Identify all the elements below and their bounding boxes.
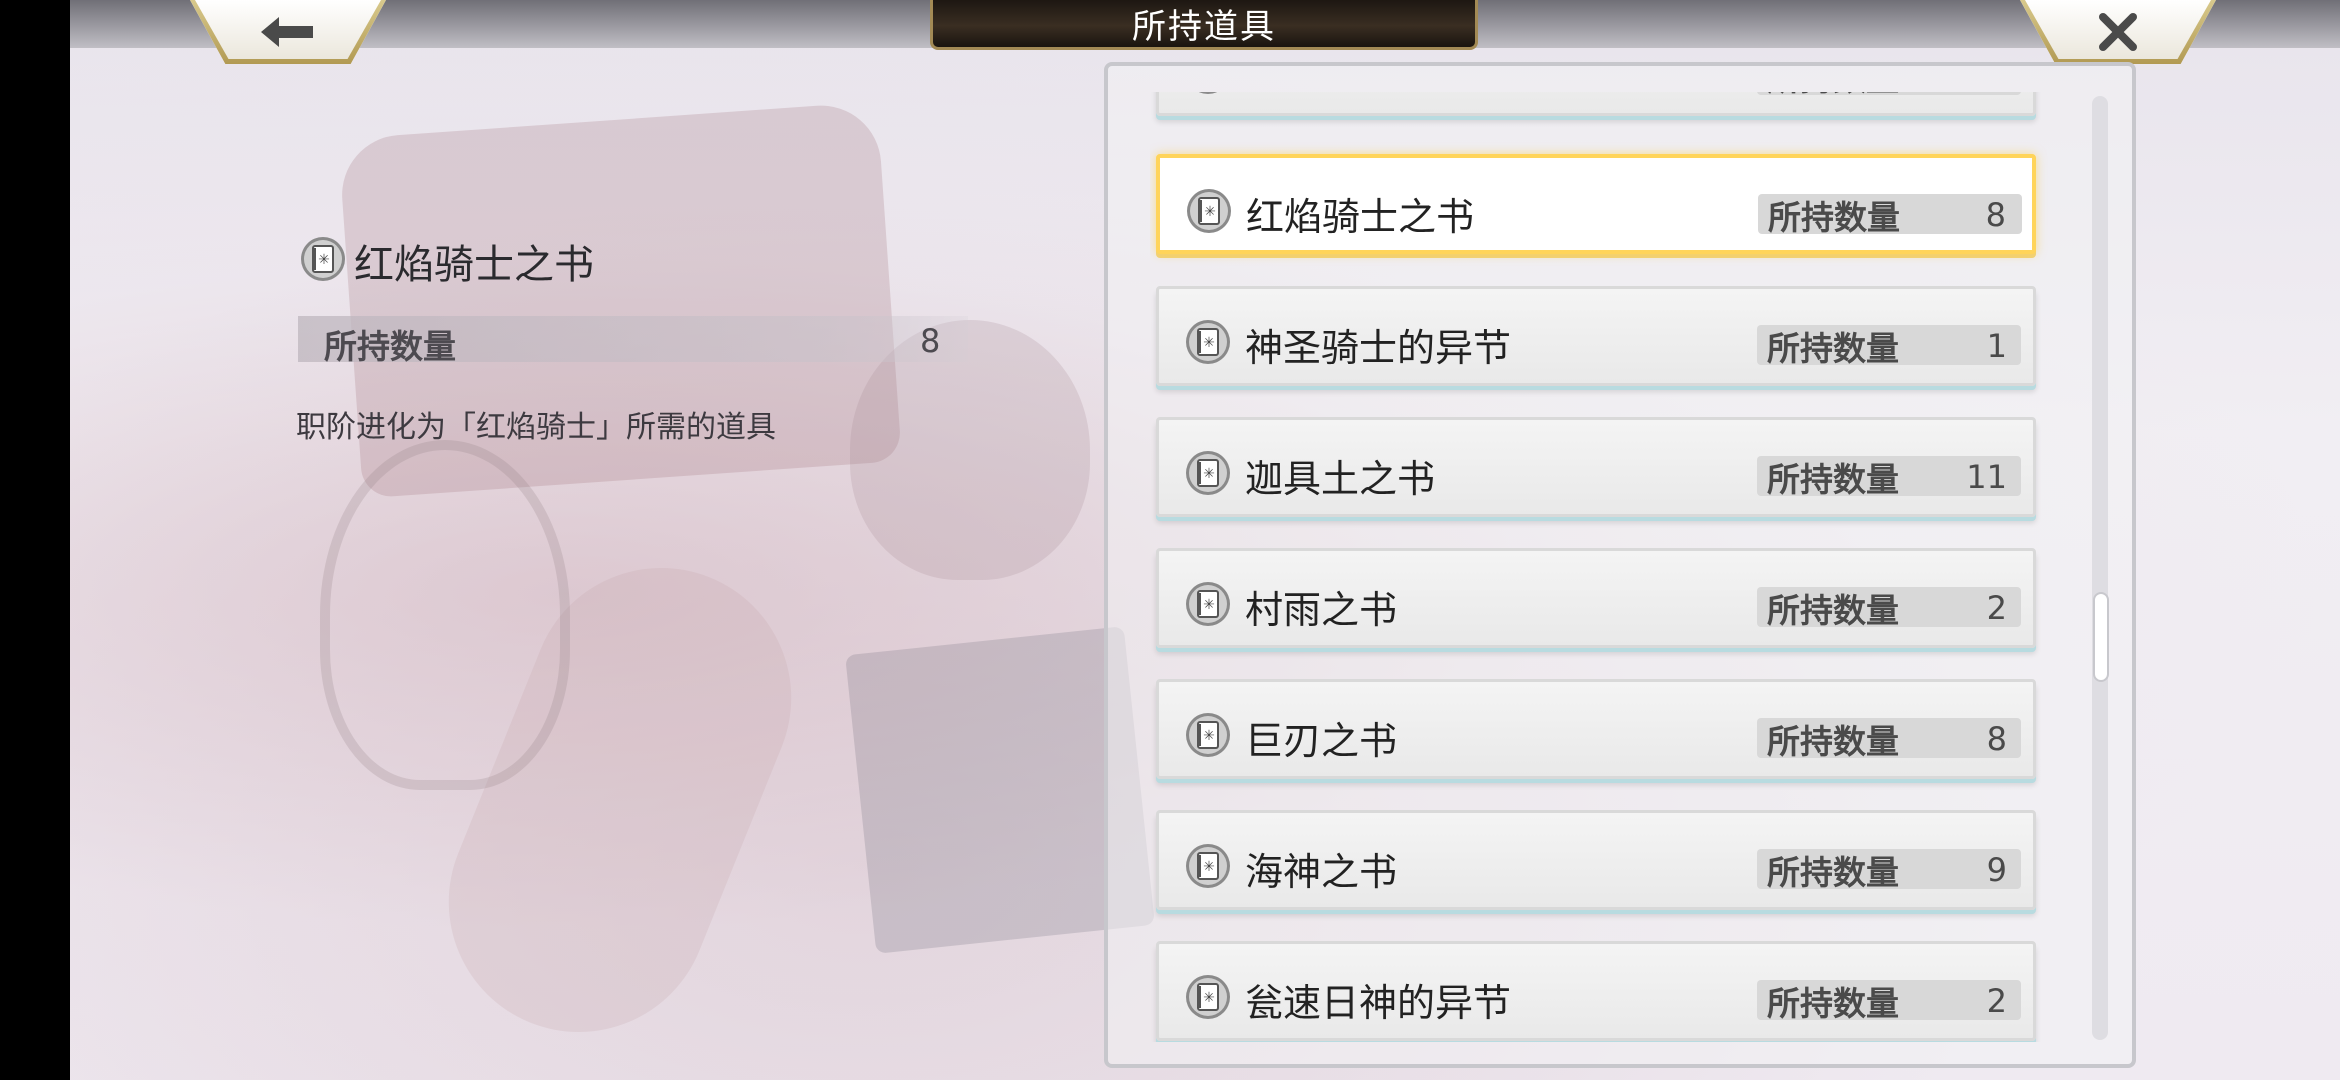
- list-item-qty-label: 所持数量: [1768, 198, 1900, 237]
- list-item-qty-label: 所持数量: [1767, 92, 1899, 100]
- detail-description: 职阶进化为「红焰骑士」所需的道具: [296, 410, 776, 445]
- background-lamp-illustration: [320, 440, 570, 790]
- list-item-qty-label: 所持数量: [1767, 591, 1899, 630]
- list-item-qty: 8: [1985, 196, 2006, 234]
- svg-text:✳: ✳: [1203, 859, 1215, 875]
- detail-item-name: 红焰骑士之书: [354, 242, 594, 288]
- book-item-icon: ✳: [1186, 844, 1230, 888]
- detail-quantity-value: 8: [920, 322, 941, 360]
- list-item-qty: 2: [1986, 982, 2007, 1020]
- book-item-icon: ✳: [1186, 582, 1230, 626]
- list-item-name: 神圣骑士的异节: [1245, 326, 1512, 370]
- list-item-qty: 11: [1966, 458, 2007, 496]
- list-item-name: 瓮速日神的异节: [1245, 981, 1512, 1025]
- list-item-qty-label: 所持数量: [1767, 460, 1899, 499]
- list-item[interactable]: ✳ 神圣骑士的异节 所持数量 1: [1156, 286, 2036, 386]
- list-item-name: 村雨之书: [1245, 588, 1398, 632]
- header-title-plate: 所持道具: [930, 0, 1478, 50]
- list-item[interactable]: ✳ 迦具土之书 所持数量 11: [1156, 417, 2036, 517]
- item-list[interactable]: 所持数量 ✳ 红焰骑士之书 所持数量 8 ✳ 神圣骑士的异节 所持数量 1 ✳ …: [1150, 92, 2060, 1042]
- svg-text:✳: ✳: [1203, 466, 1215, 482]
- list-item-name: 海神之书: [1245, 850, 1398, 894]
- list-item[interactable]: ✳ 瓮速日神的异节 所持数量 2: [1156, 941, 2036, 1041]
- list-item-selected[interactable]: ✳ 红焰骑士之书 所持数量 8: [1156, 154, 2036, 254]
- svg-text:✳: ✳: [1203, 335, 1215, 351]
- book-item-icon: ✳: [301, 237, 345, 281]
- close-x-icon: [2099, 13, 2137, 51]
- svg-text:✳: ✳: [1204, 204, 1216, 220]
- book-item-icon: ✳: [1186, 975, 1230, 1019]
- list-item-qty: 9: [1986, 851, 2007, 889]
- list-item-qty-label: 所持数量: [1767, 329, 1899, 368]
- svg-text:✳: ✳: [1203, 990, 1215, 1006]
- list-item-name: 迦具土之书: [1245, 457, 1436, 501]
- back-arrow-icon: [261, 17, 313, 47]
- list-item[interactable]: ✳ 村雨之书 所持数量 2: [1156, 548, 2036, 648]
- svg-text:✳: ✳: [1203, 728, 1215, 744]
- book-item-icon: ✳: [1186, 320, 1230, 364]
- list-item[interactable]: ✳ 巨刃之书 所持数量 8: [1156, 679, 2036, 779]
- book-item-icon: ✳: [1186, 451, 1230, 495]
- list-scrollbar-track[interactable]: [2092, 96, 2108, 1040]
- book-item-icon: ✳: [1187, 189, 1231, 233]
- book-item-icon: ✳: [1186, 713, 1230, 757]
- detail-quantity-label: 所持数量: [324, 327, 456, 366]
- list-scrollbar-thumb[interactable]: [2093, 592, 2109, 682]
- list-item-name: 红焰骑士之书: [1246, 195, 1475, 239]
- svg-text:✳: ✳: [318, 252, 330, 268]
- list-item-qty: 1: [1986, 327, 2007, 365]
- page-title: 所持道具: [1132, 7, 1276, 47]
- list-item-qty: 2: [1986, 589, 2007, 627]
- svg-text:✳: ✳: [1203, 597, 1215, 613]
- list-item-qty: 8: [1986, 720, 2007, 758]
- list-item[interactable]: 所持数量: [1156, 92, 2036, 116]
- list-item-qty-label: 所持数量: [1767, 853, 1899, 892]
- list-item-qty-label: 所持数量: [1767, 984, 1899, 1023]
- book-item-icon: [1198, 92, 1218, 94]
- list-item-name: 巨刃之书: [1245, 719, 1398, 763]
- list-item-qty-label: 所持数量: [1767, 722, 1899, 761]
- list-item[interactable]: ✳ 海神之书 所持数量 9: [1156, 810, 2036, 910]
